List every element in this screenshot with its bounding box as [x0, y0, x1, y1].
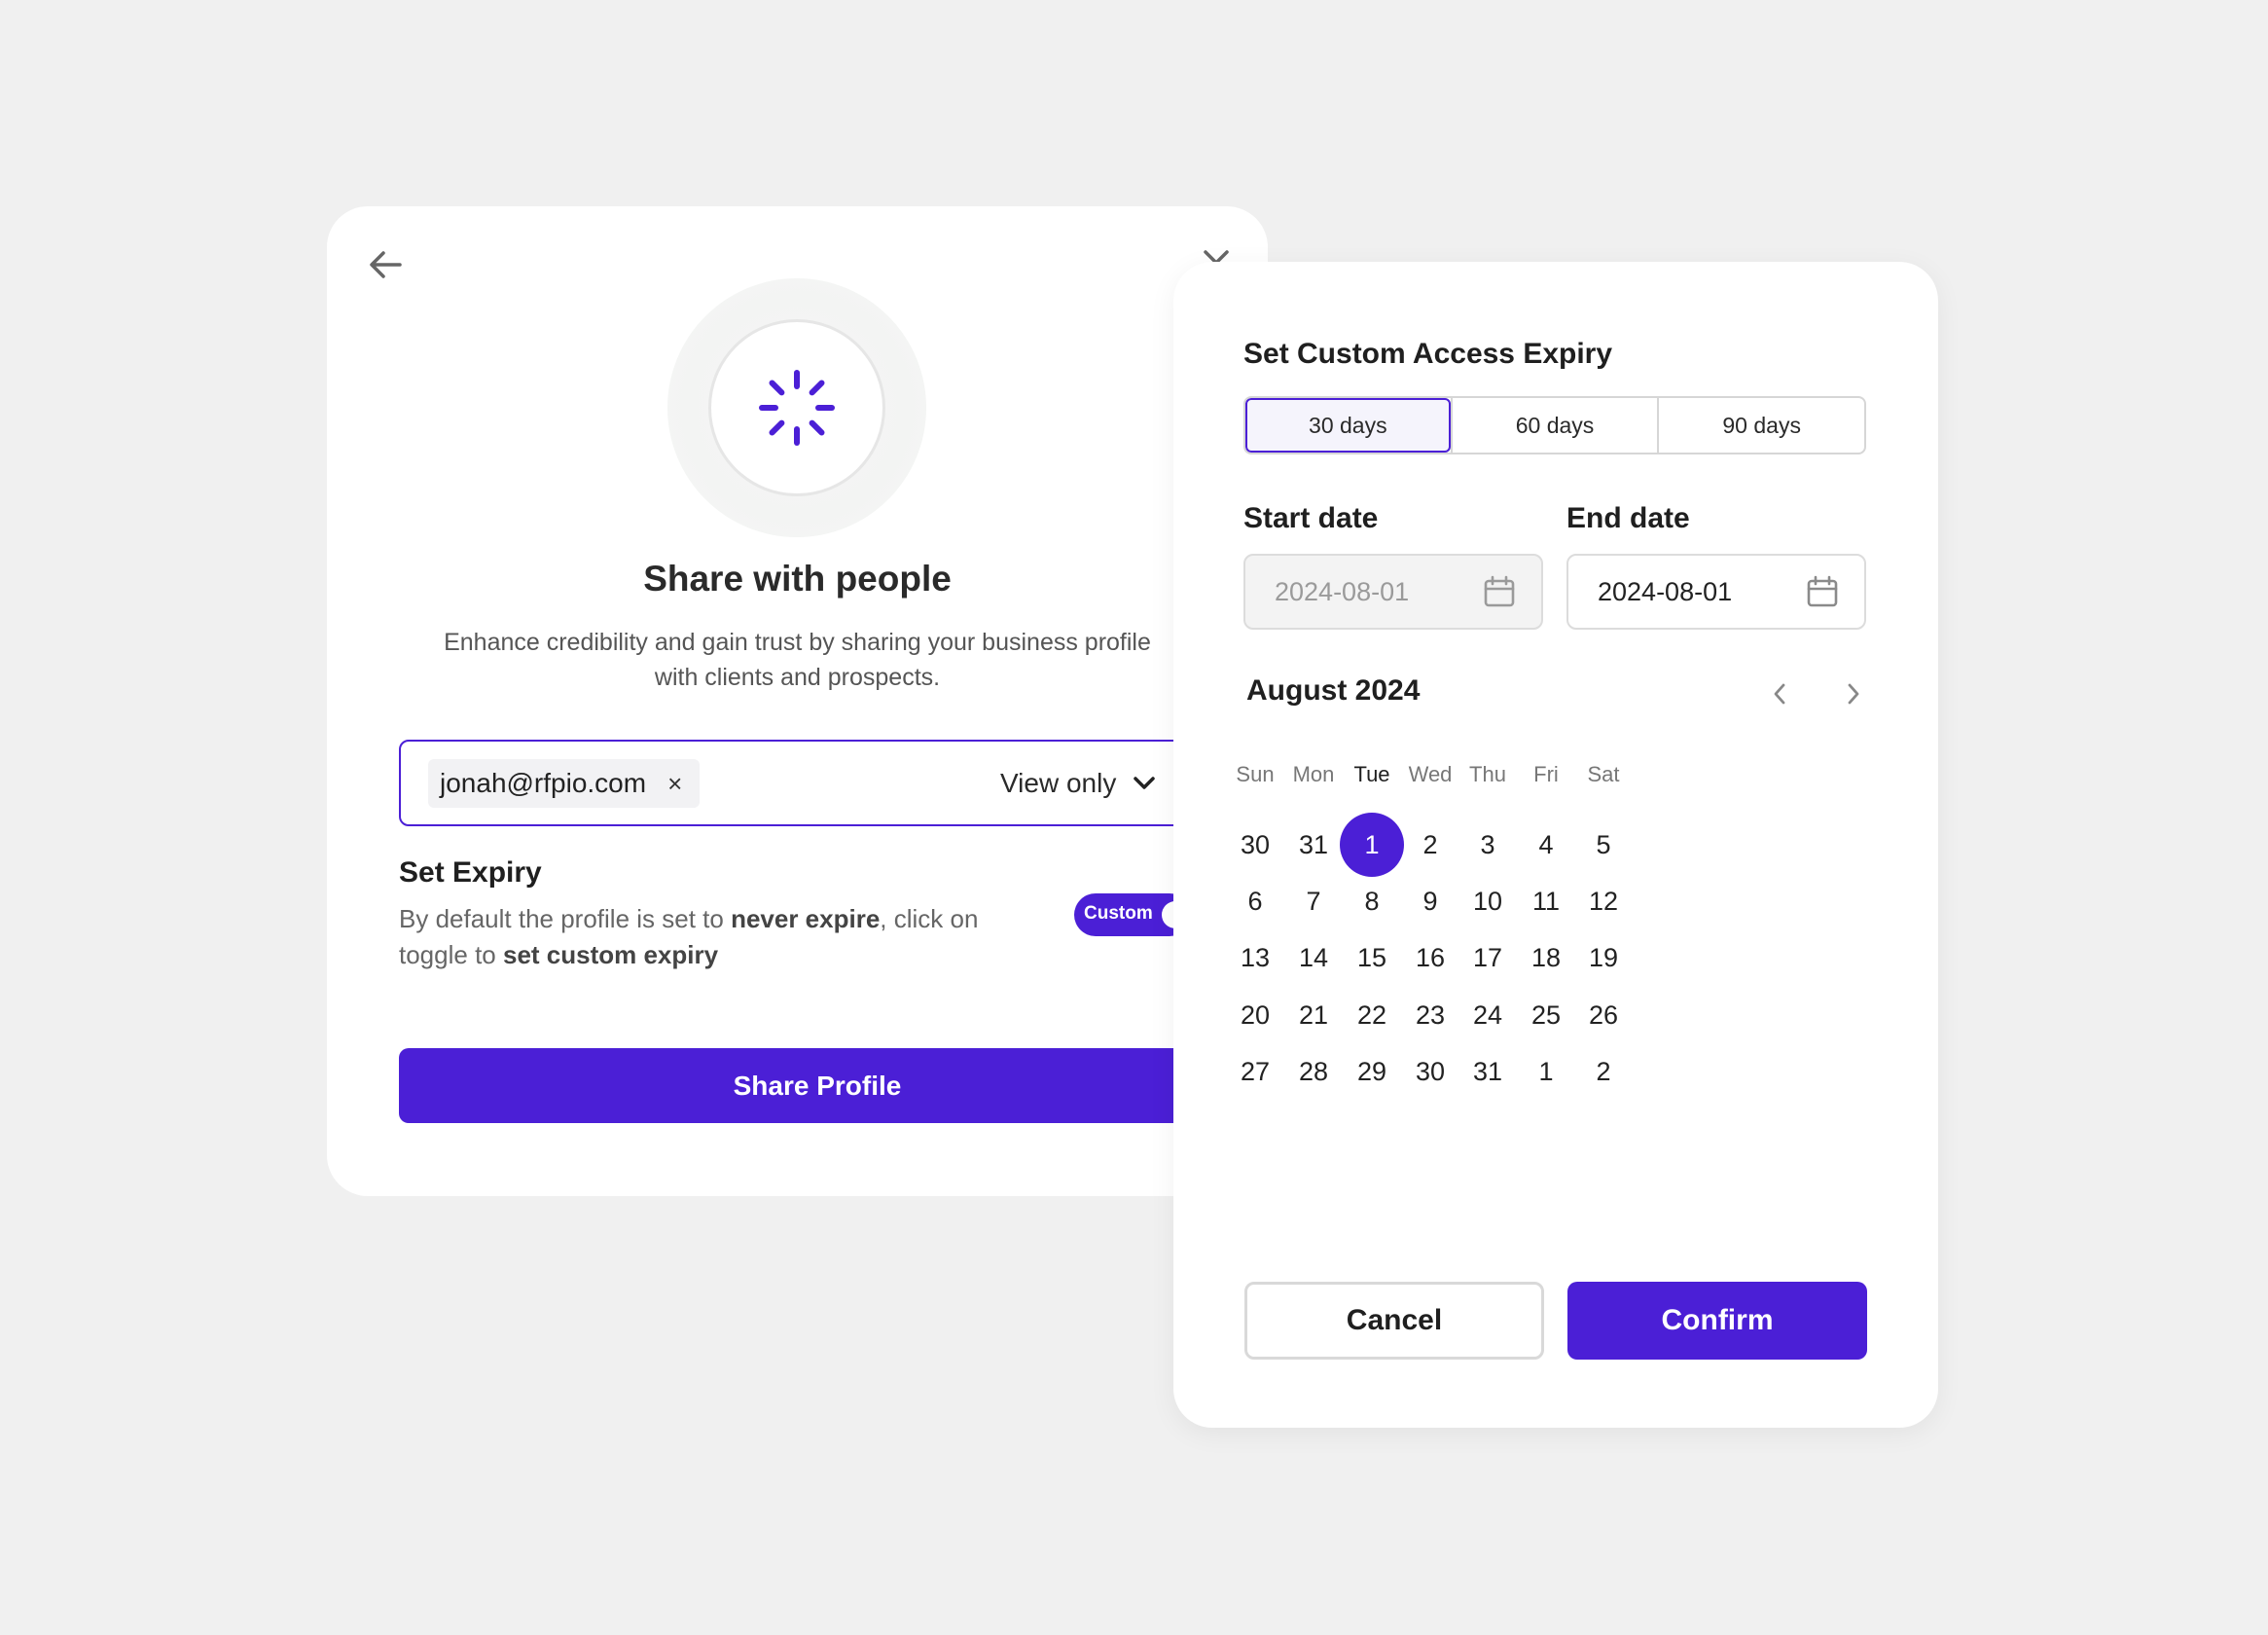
recipient-field[interactable]: jonah@rfpio.com × View only	[399, 740, 1236, 826]
calendar-day[interactable]: 30	[1398, 1039, 1462, 1104]
next-month-button[interactable]	[1834, 674, 1873, 713]
calendar-day[interactable]: 5	[1571, 813, 1636, 877]
prev-month-button[interactable]	[1760, 674, 1799, 713]
expiry-panel-title: Set Custom Access Expiry	[1243, 338, 1613, 370]
calendar-day[interactable]: 21	[1281, 983, 1346, 1047]
calendar-day[interactable]: 23	[1398, 983, 1462, 1047]
arrow-left-icon	[370, 251, 402, 278]
calendar-day[interactable]: 8	[1340, 869, 1404, 933]
calendar-icon	[1807, 575, 1838, 607]
calendar-day[interactable]: 30	[1223, 813, 1287, 877]
calendar-day-selected[interactable]: 1	[1340, 813, 1404, 877]
end-date-value: 2024-08-01	[1598, 576, 1733, 606]
calendar-day[interactable]: 10	[1456, 869, 1520, 933]
calendar-month-title: August 2024	[1246, 674, 1421, 707]
calendar-day[interactable]: 4	[1514, 813, 1578, 877]
back-button[interactable]	[362, 241, 409, 288]
start-date-input[interactable]: 2024-08-01	[1243, 554, 1543, 630]
start-date-label: Start date	[1243, 502, 1379, 534]
calendar-day[interactable]: 15	[1340, 926, 1404, 990]
calendar-day[interactable]: 12	[1571, 869, 1636, 933]
expiry-bold-1: never expire	[731, 904, 881, 933]
end-date-label: End date	[1566, 502, 1690, 534]
loading-spinner-icon	[759, 370, 835, 446]
toggle-label: Custom	[1084, 903, 1153, 924]
recipient-chip-label: jonah@rfpio.com	[440, 768, 647, 798]
confirm-button[interactable]: Confirm	[1567, 1282, 1867, 1360]
calendar-day[interactable]: 9	[1398, 869, 1462, 933]
calendar-day[interactable]: 31	[1281, 813, 1346, 877]
preset-segmented-control: 30 days 60 days 90 days	[1243, 396, 1866, 454]
calendar-day[interactable]: 11	[1514, 869, 1578, 933]
expiry-bold-2: set custom expiry	[502, 940, 719, 969]
permission-value: View only	[1000, 768, 1117, 798]
end-date-input[interactable]: 2024-08-01	[1566, 554, 1866, 630]
calendar-day[interactable]: 16	[1398, 926, 1462, 990]
preset-90-days[interactable]: 90 days	[1657, 398, 1864, 453]
calendar-day[interactable]: 17	[1456, 926, 1520, 990]
calendar-day[interactable]: 26	[1571, 983, 1636, 1047]
calendar-day[interactable]: 14	[1281, 926, 1346, 990]
calendar-day[interactable]: 25	[1514, 983, 1578, 1047]
share-profile-button[interactable]: Share Profile	[399, 1048, 1236, 1123]
set-expiry-description: By default the profile is set to never e…	[399, 901, 1041, 973]
share-description: Enhance credibility and gain trust by sh…	[444, 629, 1151, 691]
calendar-day[interactable]: 22	[1340, 983, 1404, 1047]
permission-select[interactable]: View only	[1000, 759, 1156, 808]
start-date-value: 2024-08-01	[1275, 576, 1410, 606]
spinner-badge	[708, 319, 885, 496]
chip-remove-icon[interactable]: ×	[667, 771, 682, 796]
share-title: Share with people	[643, 559, 952, 599]
recipient-chip: jonah@rfpio.com ×	[428, 759, 701, 808]
calendar-day[interactable]: 28	[1281, 1039, 1346, 1104]
share-modal: Share with people Enhance credibility an…	[327, 206, 1268, 1196]
calendar-day[interactable]: 2	[1398, 813, 1462, 877]
preset-30-days[interactable]: 30 days	[1245, 398, 1451, 453]
expiry-text-1: By default the profile is set to	[399, 904, 732, 933]
calendar-day[interactable]: 2	[1571, 1039, 1636, 1104]
cancel-button[interactable]: Cancel	[1244, 1282, 1544, 1360]
preset-60-days[interactable]: 60 days	[1450, 398, 1658, 453]
calendar-day[interactable]: 27	[1223, 1039, 1287, 1104]
calendar-day[interactable]: 18	[1514, 926, 1578, 990]
set-expiry-title: Set Expiry	[399, 856, 542, 889]
calendar-day[interactable]: 19	[1571, 926, 1636, 990]
calendar-day[interactable]: 7	[1281, 869, 1346, 933]
chevron-right-icon	[1848, 683, 1859, 705]
calendar-day[interactable]: 1	[1514, 1039, 1578, 1104]
calendar-day[interactable]: 29	[1340, 1039, 1404, 1104]
custom-expiry-panel: Set Custom Access Expiry 30 days 60 days…	[1173, 262, 1938, 1428]
chevron-down-icon	[1134, 777, 1156, 789]
calendar-icon	[1484, 575, 1515, 607]
weekday-sat: Sat	[1587, 762, 1620, 786]
calendar-day[interactable]: 6	[1223, 869, 1287, 933]
calendar-day[interactable]: 31	[1456, 1039, 1520, 1104]
calendar-day[interactable]: 24	[1456, 983, 1520, 1047]
calendar-day[interactable]: 3	[1456, 813, 1520, 877]
chevron-left-icon	[1774, 683, 1785, 705]
calendar-day[interactable]: 13	[1223, 926, 1287, 990]
calendar-day[interactable]: 20	[1223, 983, 1287, 1047]
